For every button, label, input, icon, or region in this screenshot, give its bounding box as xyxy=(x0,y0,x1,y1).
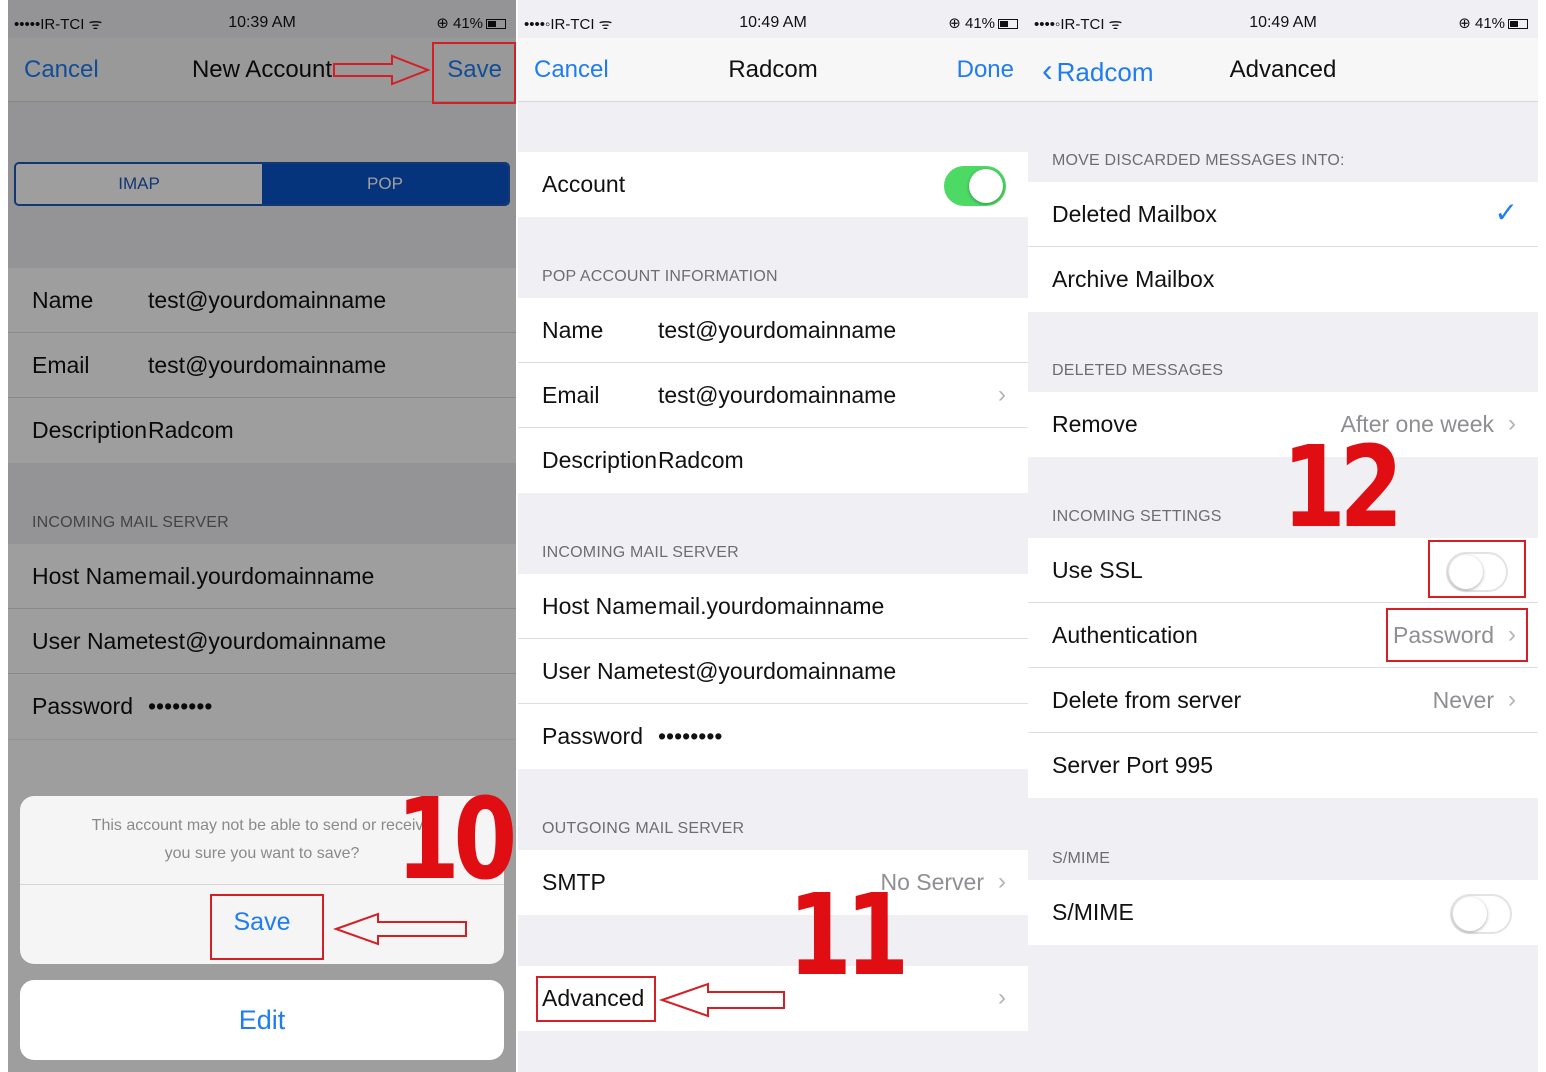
user-name-label: User Name xyxy=(542,658,659,684)
battery-text: ⊕ 41% xyxy=(948,14,1018,32)
step-12-label: 12 xyxy=(1282,423,1403,553)
outgoing-mail-server-header: OUTGOING MAIL SERVER xyxy=(542,820,745,837)
user-name-field[interactable]: test@yourdomainname xyxy=(658,658,896,685)
chevron-right-icon: › xyxy=(998,868,1006,895)
name-label: Name xyxy=(542,317,604,343)
chevron-right-icon: › xyxy=(1508,410,1516,437)
smime-group: S/MIME xyxy=(1028,880,1538,945)
smime-toggle[interactable] xyxy=(1450,894,1512,934)
account-toggle-group: Account xyxy=(518,152,1028,217)
archive-mailbox-row[interactable]: Archive Mailbox xyxy=(1028,247,1538,312)
description-label: Description xyxy=(542,447,658,473)
password-label: Password xyxy=(542,723,643,749)
status-bar: ••••◦IR-TCI ᯤ 10:49 AM ⊕ 41% xyxy=(518,8,1028,36)
pop-account-info-header: POP ACCOUNT INFORMATION xyxy=(542,268,778,285)
arrow-left-icon xyxy=(333,912,467,946)
chevron-right-icon: › xyxy=(998,381,1006,408)
authentication-label: Authentication xyxy=(1052,622,1198,648)
step-10-label: 10 xyxy=(396,775,517,905)
account-row: Account xyxy=(518,152,1028,217)
save-highlight-box xyxy=(432,42,516,104)
battery-icon xyxy=(998,19,1018,30)
use-ssl-label: Use SSL xyxy=(1052,557,1143,583)
server-port-field[interactable]: Server Port 995 xyxy=(1052,752,1213,779)
chevron-right-icon: › xyxy=(1508,686,1516,713)
description-field[interactable]: Radcom xyxy=(658,447,744,474)
arrow-left-icon xyxy=(658,982,785,1018)
host-name-row[interactable]: Host Name mail.yourdomainname xyxy=(518,574,1028,639)
host-name-field[interactable]: mail.yourdomainname xyxy=(658,593,884,620)
account-label: Account xyxy=(542,171,626,197)
status-bar: ••••◦IR-TCI ᯤ 10:49 AM ⊕ 41% xyxy=(1028,8,1538,36)
name-row[interactable]: Name test@yourdomainname xyxy=(518,298,1028,363)
account-toggle[interactable] xyxy=(944,166,1006,206)
server-port-row[interactable]: Server Port 995 xyxy=(1028,733,1538,798)
page-title: Advanced xyxy=(1229,56,1337,83)
nav-bar: ‹ Radcom Advanced xyxy=(1028,38,1538,102)
password-field[interactable]: •••••••• xyxy=(658,723,722,750)
smtp-label: SMTP xyxy=(542,869,606,895)
chevron-right-icon: › xyxy=(998,984,1006,1011)
pop-account-group: Name test@yourdomainname Email test@your… xyxy=(518,298,1028,493)
page-title: Radcom xyxy=(728,56,818,83)
email-field[interactable]: test@yourdomainname xyxy=(658,382,896,409)
use-ssl-highlight-box xyxy=(1428,540,1526,598)
archive-mailbox-label: Archive Mailbox xyxy=(1052,266,1215,292)
discard-mailbox-group: Deleted Mailbox ✓ Archive Mailbox xyxy=(1028,182,1538,312)
deleted-messages-header: DELETED MESSAGES xyxy=(1052,362,1224,379)
delete-from-server-value: Never xyxy=(1432,687,1494,713)
advanced-highlight-box xyxy=(536,976,656,1022)
deleted-mailbox-label: Deleted Mailbox xyxy=(1052,201,1217,227)
deleted-mailbox-row[interactable]: Deleted Mailbox ✓ xyxy=(1028,182,1538,247)
radcom-account-screen: ••••◦IR-TCI ᯤ 10:49 AM ⊕ 41% Cancel Radc… xyxy=(518,0,1028,1072)
smtp-row[interactable]: SMTP No Server › xyxy=(518,850,1028,915)
alert-edit-button[interactable]: Edit xyxy=(20,980,504,1060)
nav-bar: Cancel Radcom Done xyxy=(518,38,1028,102)
arrow-right-icon xyxy=(333,54,431,86)
smime-label: S/MIME xyxy=(1052,899,1134,925)
step-11-label: 11 xyxy=(788,871,909,1001)
move-discarded-header: MOVE DISCARDED MESSAGES INTO: xyxy=(1052,152,1345,169)
incoming-mail-server-header: INCOMING MAIL SERVER xyxy=(542,544,739,561)
authentication-highlight-box xyxy=(1386,608,1528,662)
outgoing-server-group: SMTP No Server › xyxy=(518,850,1028,915)
incoming-settings-header: INCOMING SETTINGS xyxy=(1052,508,1222,525)
user-name-row[interactable]: User Name test@yourdomainname xyxy=(518,639,1028,704)
remove-label: Remove xyxy=(1052,411,1138,437)
delete-from-server-row[interactable]: Delete from server Never › xyxy=(1028,668,1538,733)
email-label: Email xyxy=(542,382,600,408)
smime-row: S/MIME xyxy=(1028,880,1538,945)
incoming-server-group: Host Name mail.yourdomainname User Name … xyxy=(518,574,1028,769)
email-row[interactable]: Email test@yourdomainname › xyxy=(518,363,1028,428)
battery-icon xyxy=(1508,19,1528,30)
done-button[interactable]: Done xyxy=(957,56,1014,84)
description-row[interactable]: Description Radcom xyxy=(518,428,1028,493)
smime-header: S/MIME xyxy=(1052,850,1111,867)
password-row[interactable]: Password •••••••• xyxy=(518,704,1028,769)
alert-save-highlight-box xyxy=(210,894,324,960)
host-name-label: Host Name xyxy=(542,593,658,619)
delete-from-server-label: Delete from server xyxy=(1052,687,1242,713)
checkmark-icon: ✓ xyxy=(1494,197,1518,228)
name-field[interactable]: test@yourdomainname xyxy=(658,317,896,344)
battery-text: ⊕ 41% xyxy=(1458,14,1528,32)
